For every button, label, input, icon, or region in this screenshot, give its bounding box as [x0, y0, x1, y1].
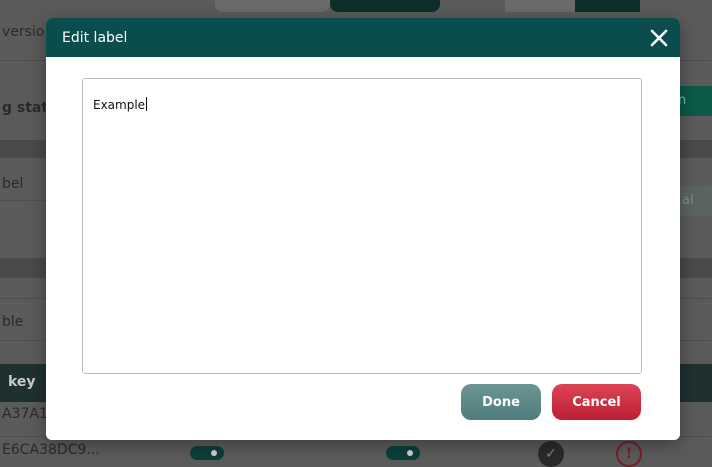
text-caret — [146, 97, 148, 111]
bg-toggle-2 — [386, 446, 420, 460]
close-icon[interactable] — [648, 27, 670, 49]
bg-alert-icon: ! — [616, 441, 642, 467]
bg-toggle-1 — [190, 446, 224, 460]
bg-row-label-version: versio — [2, 24, 45, 40]
bg-table-row-2: E6CA38DC9... — [2, 442, 100, 458]
dialog-title: Edit label — [62, 29, 128, 46]
bg-row-label-label: bel — [2, 176, 24, 192]
label-textarea[interactable]: Example — [82, 78, 642, 374]
bg-table-header-key: key — [8, 374, 36, 390]
cancel-button[interactable]: Cancel — [552, 384, 641, 420]
bg-top-pill — [215, 0, 330, 12]
bg-top-button — [330, 0, 440, 12]
bg-top-button-2 — [575, 0, 640, 12]
bg-check-icon: ✓ — [538, 441, 564, 467]
label-textarea-value: Example — [93, 98, 146, 112]
edit-label-dialog: Edit label Example Done Cancel — [46, 18, 680, 440]
bg-row-label-table: ble — [2, 314, 24, 330]
bg-fragment-al: al — [682, 193, 694, 208]
done-button[interactable]: Done — [461, 384, 541, 420]
bg-table-row-1: A37A1 — [2, 406, 48, 422]
bg-top-pill-2 — [505, 0, 575, 12]
label-textarea-value-container: Example — [93, 97, 148, 112]
dialog-header: Edit label — [46, 18, 680, 57]
